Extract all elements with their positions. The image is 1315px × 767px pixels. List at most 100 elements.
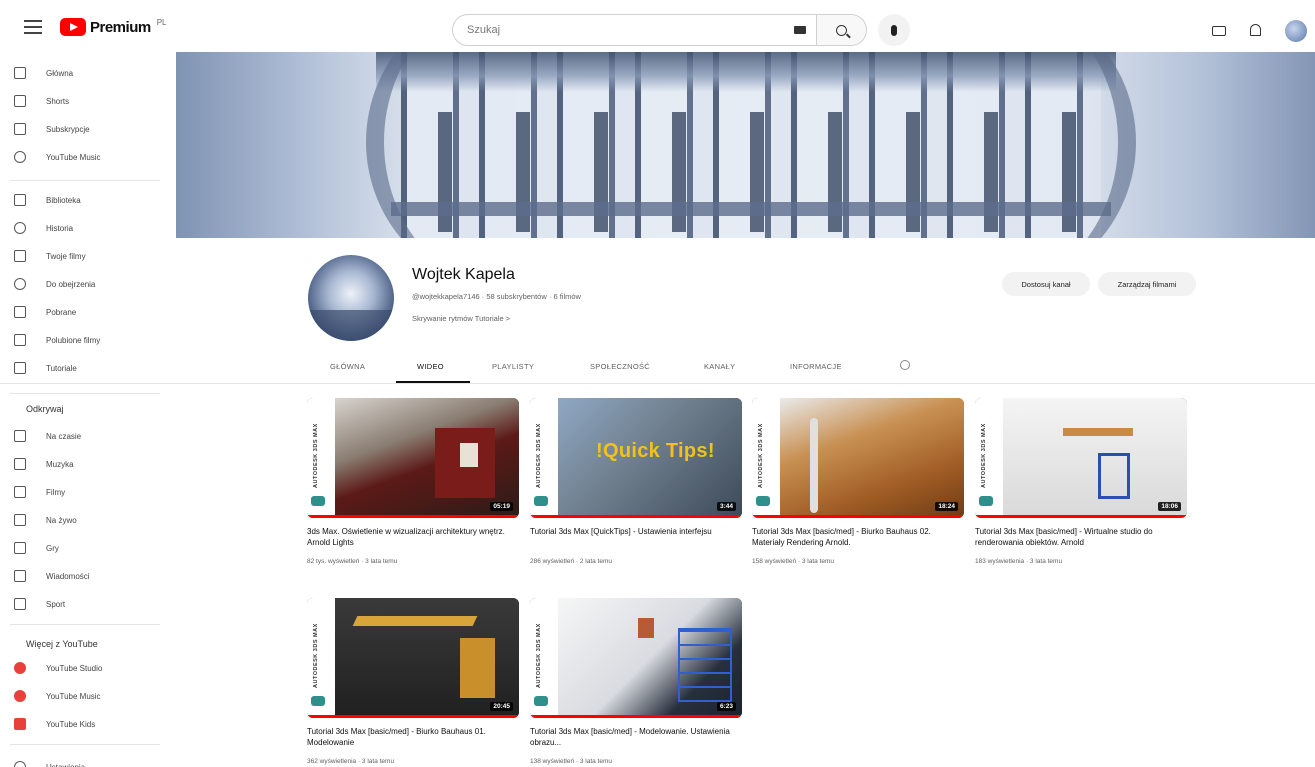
- channel-tabs: GŁÓWNA WIDEO PLAYLISTY SPOŁECZNOŚĆ KANAŁ…: [0, 352, 1315, 384]
- video-duration: 18:06: [1158, 502, 1181, 511]
- thumbnail-image: !Quick Tips!: [558, 398, 742, 518]
- sidebar-item-watch-later[interactable]: Do obejrzenia: [14, 271, 154, 297]
- video-thumbnail[interactable]: AUTODESK 3DS MAX 18:06: [975, 398, 1187, 518]
- sidebar-item-studio[interactable]: YouTube Studio: [14, 655, 154, 681]
- banner-arch-left: [366, 52, 666, 238]
- sidebar-item-download[interactable]: Pobrane: [14, 299, 154, 325]
- search-button[interactable]: [817, 14, 867, 46]
- sidebar-item-label: Muzyka: [46, 459, 74, 469]
- video-thumbnail[interactable]: AUTODESK 3DS MAX 20:45: [307, 598, 519, 718]
- video-title[interactable]: Tutorial 3ds Max [QuickTips] - Ustawieni…: [530, 526, 742, 537]
- sidebar-item-label: Sport: [46, 599, 66, 609]
- trending-icon: [14, 430, 26, 442]
- 3ds-max-logo-icon: [311, 696, 325, 706]
- sidebar-divider: [10, 744, 160, 745]
- your-videos-icon: [14, 250, 26, 262]
- quick-tips-label: !Quick Tips!: [596, 440, 715, 462]
- liked-icon: [14, 334, 26, 346]
- video-title[interactable]: Tutorial 3ds Max [basic/med] - Biurko Ba…: [307, 726, 519, 748]
- video-thumbnail[interactable]: AUTODESK 3DS MAX 05:19: [307, 398, 519, 518]
- thumbnail-brand-strip: AUTODESK 3DS MAX: [307, 398, 335, 518]
- channel-banner: [176, 52, 1315, 238]
- movies-icon: [14, 486, 26, 498]
- youtube-premium-logo[interactable]: Premium PL: [60, 18, 167, 36]
- sidebar-item-gaming[interactable]: Gry: [14, 535, 154, 561]
- sidebar-item-liked[interactable]: Polubione filmy: [14, 327, 154, 353]
- sidebar-item-label: Gry: [46, 543, 59, 553]
- music-note-icon: [14, 458, 26, 470]
- tab-channels[interactable]: KANAŁY: [704, 362, 735, 371]
- video-card[interactable]: AUTODESK 3DS MAX 18:06 Tutorial 3ds Max [b…: [975, 398, 1187, 574]
- channel-name: Wojtek Kapela: [412, 266, 515, 283]
- sidebar-item-label: Biblioteka: [46, 195, 81, 205]
- video-card[interactable]: AUTODESK 3DS MAX 18:24 Tutorial 3ds Max [b…: [752, 398, 964, 574]
- subscriptions-icon: [14, 123, 26, 135]
- video-meta: 82 tys. wyświetleń · 3 lata temu: [307, 558, 398, 565]
- active-tab-indicator: [396, 381, 470, 383]
- keyboard-icon[interactable]: [794, 26, 806, 34]
- 3ds-max-logo-icon: [534, 696, 548, 706]
- tab-about[interactable]: INFORMACJE: [790, 362, 842, 371]
- video-title[interactable]: 3ds Max. Oświetlenie w wizualizacji arch…: [307, 526, 519, 548]
- sidebar-item-settings[interactable]: Ustawienia: [14, 754, 154, 767]
- tab-playlists[interactable]: PLAYLISTY: [492, 362, 534, 371]
- video-card[interactable]: AUTODESK 3DS MAX 20:45 Tutorial 3ds Max [b…: [307, 598, 519, 767]
- thumbnail-brand-strip: AUTODESK 3DS MAX: [530, 398, 558, 518]
- sidebar-item-shorts[interactable]: Shorts: [14, 88, 154, 114]
- video-title[interactable]: Tutorial 3ds Max [basic/med] - Biurko Ba…: [752, 526, 964, 548]
- notifications-bell-icon[interactable]: [1250, 24, 1261, 36]
- sidebar-item-label: YouTube Music: [46, 152, 101, 162]
- account-avatar[interactable]: [1285, 20, 1307, 42]
- music-icon: [14, 151, 26, 163]
- channel-avatar[interactable]: [308, 255, 394, 341]
- watch-progress-bar: [975, 515, 1187, 518]
- channel-search-icon[interactable]: [900, 360, 910, 370]
- sidebar-item-live[interactable]: Na żywo: [14, 507, 154, 533]
- thumbnail-image: [335, 598, 519, 718]
- sidebar-item-yt-music[interactable]: YouTube Music: [14, 683, 154, 709]
- thumbnail-brand-strip: AUTODESK 3DS MAX: [752, 398, 780, 518]
- sidebar-item-history[interactable]: Historia: [14, 215, 154, 241]
- top-bar: Premium PL Szukaj: [0, 0, 1315, 56]
- tab-videos[interactable]: WIDEO: [417, 362, 444, 371]
- video-title[interactable]: Tutorial 3ds Max [basic/med] - Modelowan…: [530, 726, 742, 748]
- sidebar: Główna Shorts Subskrypcje YouTube Music Bibl…: [0, 56, 160, 767]
- sidebar-item-subscriptions[interactable]: Subskrypcje: [14, 116, 154, 142]
- sidebar-item-library[interactable]: Biblioteka: [14, 187, 154, 213]
- sidebar-item-news[interactable]: Wiadomości: [14, 563, 154, 589]
- sidebar-item-movies[interactable]: Filmy: [14, 479, 154, 505]
- video-card[interactable]: AUTODESK 3DS MAX 05:19 3ds Max. Oświetleni…: [307, 398, 519, 574]
- watch-progress-bar: [307, 515, 519, 518]
- voice-search-button[interactable]: [878, 14, 910, 46]
- video-title[interactable]: Tutorial 3ds Max [basic/med] - Wirtualne…: [975, 526, 1187, 548]
- sidebar-item-home[interactable]: Główna: [14, 60, 154, 86]
- menu-icon[interactable]: [24, 20, 42, 34]
- channel-description[interactable]: Skrywanie rytmów Tutoriale >: [412, 314, 510, 323]
- sidebar-item-your-videos[interactable]: Twoje filmy: [14, 243, 154, 269]
- sidebar-item-label: Subskrypcje: [46, 124, 90, 134]
- tab-community[interactable]: SPOŁECZNOŚĆ: [590, 362, 650, 371]
- video-card[interactable]: AUTODESK 3DS MAX !Quick Tips! 3:44 Tutorial…: [530, 398, 742, 574]
- search-input[interactable]: Szukaj: [452, 14, 817, 46]
- manage-videos-button[interactable]: Zarządzaj filmami: [1098, 272, 1196, 296]
- video-thumbnail[interactable]: AUTODESK 3DS MAX 18:24: [752, 398, 964, 518]
- sidebar-item-sport[interactable]: Sport: [14, 591, 154, 617]
- video-thumbnail[interactable]: AUTODESK 3DS MAX 6:23: [530, 598, 742, 718]
- strip-label: AUTODESK 3DS MAX: [313, 423, 319, 488]
- create-video-icon[interactable]: [1212, 26, 1226, 36]
- video-card[interactable]: AUTODESK 3DS MAX 6:23 Tutorial 3ds Max [ba…: [530, 598, 742, 767]
- sidebar-item-yt-kids[interactable]: YouTube Kids: [14, 711, 154, 737]
- sidebar-item-music-note[interactable]: Muzyka: [14, 451, 154, 477]
- video-thumbnail[interactable]: AUTODESK 3DS MAX !Quick Tips! 3:44: [530, 398, 742, 518]
- history-icon: [14, 222, 26, 234]
- sidebar-item-label: YouTube Studio: [46, 663, 103, 673]
- tab-home[interactable]: GŁÓWNA: [330, 362, 365, 371]
- sidebar-divider: [10, 624, 160, 625]
- sidebar-item-trending[interactable]: Na czasie: [14, 423, 154, 449]
- thumbnail-brand-strip: AUTODESK 3DS MAX: [975, 398, 1003, 518]
- sidebar-item-music[interactable]: YouTube Music: [14, 144, 154, 170]
- studio-icon: [14, 662, 26, 674]
- customize-channel-button[interactable]: Dostosuj kanał: [1002, 272, 1090, 296]
- sidebar-item-label: Polubione filmy: [46, 335, 101, 345]
- video-duration: 20:45: [490, 702, 513, 711]
